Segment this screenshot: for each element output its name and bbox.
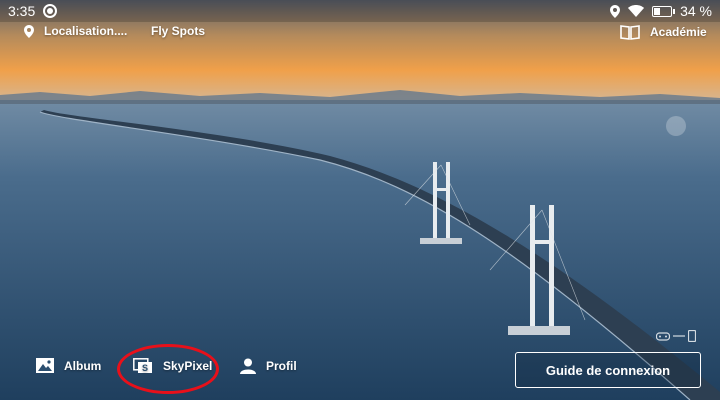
academy-link[interactable]: Académie [620, 24, 707, 40]
status-bar: 3:35 34 % [0, 0, 720, 22]
location-selector[interactable]: Localisation.... [24, 24, 127, 38]
person-icon [240, 358, 256, 374]
map-pin-icon [24, 24, 34, 38]
highlight-ellipse [117, 344, 219, 394]
floating-assist-button[interactable] [666, 116, 686, 136]
location-label: Localisation.... [44, 24, 128, 38]
connection-guide-button[interactable]: Guide de connexion [515, 352, 701, 388]
album-label: Album [64, 358, 102, 373]
status-icons: 34 % [610, 3, 712, 19]
phone-icon [688, 330, 696, 342]
top-nav: Localisation.... Fly Spots Académie [0, 22, 720, 42]
book-icon [620, 25, 640, 40]
fly-spots-label: Fly Spots [151, 24, 206, 38]
controller-icon [656, 332, 670, 341]
connection-guide-label: Guide de connexion [545, 362, 671, 378]
location-icon [610, 4, 621, 18]
screen-record-icon [43, 4, 57, 18]
tab-album[interactable]: Album [36, 358, 101, 373]
link-line-icon [673, 335, 685, 337]
profile-label: Profil [266, 359, 297, 373]
wifi-icon [628, 5, 645, 17]
battery-level: 34 % [680, 3, 712, 19]
academy-label: Académie [650, 25, 707, 39]
image-icon [36, 358, 54, 373]
battery-icon [652, 5, 676, 17]
fly-spots-link[interactable]: Fly Spots [151, 24, 205, 38]
device-connection-indicator [656, 330, 696, 342]
tab-profile[interactable]: Profil [240, 358, 297, 374]
background-photo [0, 0, 720, 400]
clock: 3:35 [8, 3, 36, 19]
